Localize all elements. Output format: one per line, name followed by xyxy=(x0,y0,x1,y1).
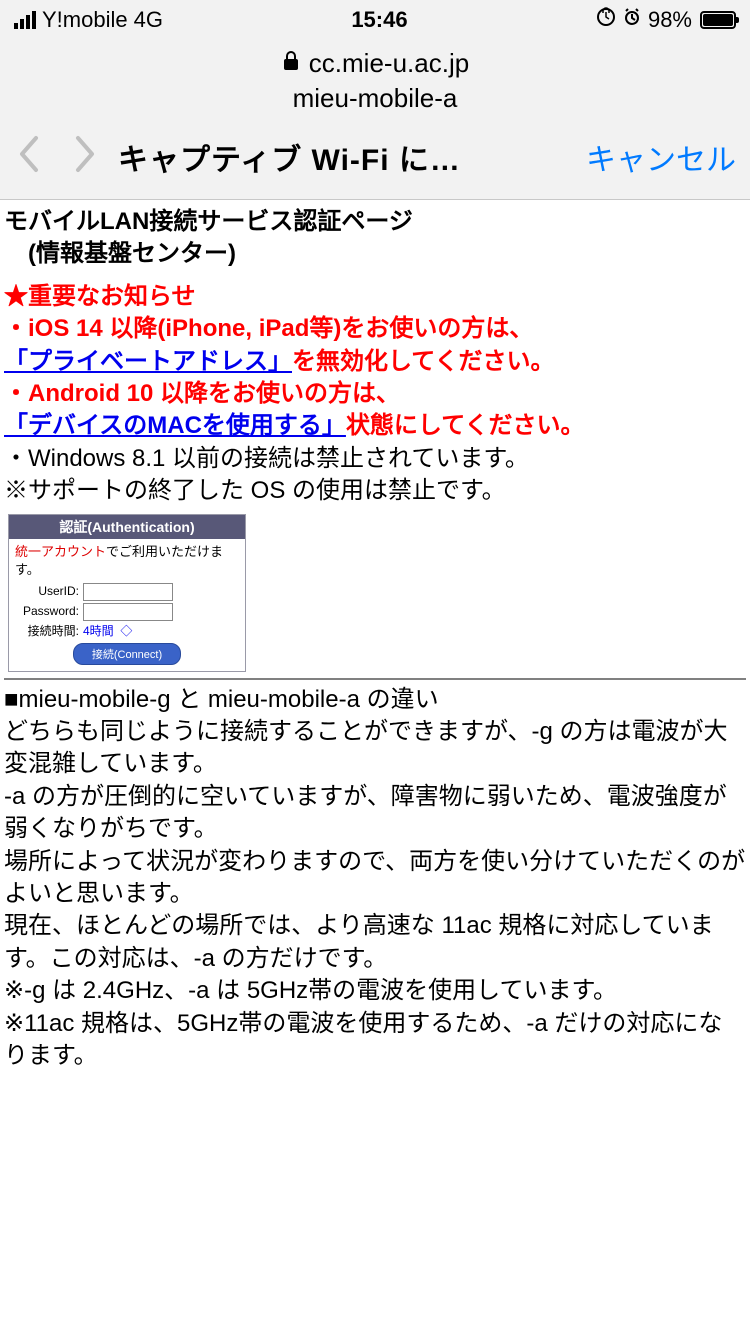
carrier-label: Y!mobile xyxy=(42,7,128,33)
diff-n1: ※-g は 2.4GHz、-a は 5GHz帯の電波を使用しています。 xyxy=(4,975,746,1007)
ios-suffix: を無効化してください。 xyxy=(292,348,555,375)
auth-note: 統一アカウントでご利用いただけます。 xyxy=(15,543,239,578)
password-input[interactable] xyxy=(83,603,173,621)
password-label: Password: xyxy=(15,603,83,619)
ios-prefix: ・iOS 14 以降(iPhone, iPad等)をお使いの方は、 xyxy=(4,313,746,345)
status-right: 98% xyxy=(596,7,736,33)
diff-p2: -a の方が圧倒的に空いていますが、障害物に弱いため、電波強度が弱くなりがちです… xyxy=(4,781,746,846)
forward-button[interactable] xyxy=(70,132,100,181)
separator xyxy=(4,678,746,680)
ios-private-address-link[interactable]: 「プライベートアドレス」 xyxy=(4,348,292,375)
time-label: 接続時間: xyxy=(15,623,83,639)
status-left: Y!mobile 4G xyxy=(14,7,163,33)
android-suffix: 状態にしてください。 xyxy=(346,412,585,439)
win81-note: ・Windows 8.1 以前の接続は禁止されています。 xyxy=(4,443,746,475)
diff-heading: ■mieu-mobile-g と mieu-mobile-a の違い xyxy=(4,684,746,716)
page-content: モバイルLAN接続サービス認証ページ (情報基盤センター) ★重要なお知らせ ・… xyxy=(0,200,750,1072)
domain-label: cc.mie-u.ac.jp xyxy=(309,48,469,79)
alarm-icon xyxy=(622,7,642,33)
status-bar: Y!mobile 4G 15:46 98% xyxy=(0,0,750,40)
status-time: 15:46 xyxy=(351,7,407,33)
os-note: ※サポートの終了した OS の使用は禁止です。 xyxy=(4,475,746,507)
network-label: 4G xyxy=(134,7,163,33)
diff-p1: どちらも同じように接続することができますが、-g の方は電波が大変混雑しています… xyxy=(4,716,746,781)
page-title-1: モバイルLAN接続サービス認証ページ xyxy=(4,206,746,238)
cancel-button[interactable]: キャンセル xyxy=(586,135,736,179)
back-button[interactable] xyxy=(14,132,44,181)
time-select[interactable]: 4時間 ◇ xyxy=(83,623,132,639)
orientation-lock-icon xyxy=(596,7,616,33)
auth-panel-title: 認証(Authentication) xyxy=(9,515,245,540)
android-device-mac-link[interactable]: 「デバイスのMACを使用する」 xyxy=(4,412,346,439)
ssid-label: mieu-mobile-a xyxy=(0,83,750,114)
time-value: 4時間 xyxy=(83,624,114,638)
auth-panel: 認証(Authentication) 統一アカウントでご利用いただけます。 Us… xyxy=(8,514,246,672)
url-bar: cc.mie-u.ac.jp mieu-mobile-a xyxy=(0,40,750,118)
diff-n2: ※11ac 規格は、5GHz帯の電波を使用するため、-a だけの対応になります。 xyxy=(4,1008,746,1073)
auth-note-red: 統一アカウント xyxy=(15,544,106,559)
android-prefix: ・Android 10 以降をお使いの方は、 xyxy=(4,378,746,410)
connect-button[interactable]: 接続(Connect) xyxy=(73,643,181,665)
signal-icon xyxy=(14,11,36,29)
battery-icon xyxy=(700,11,736,29)
nav-bar: キャプティブ Wi-Fi に… キャンセル xyxy=(0,118,750,200)
userid-label: UserID: xyxy=(15,583,83,599)
lock-icon xyxy=(281,48,301,79)
notice-heading: ★重要なお知らせ xyxy=(4,281,746,313)
battery-pct: 98% xyxy=(648,7,692,33)
page-title-2: (情報基盤センター) xyxy=(4,238,746,270)
nav-title: キャプティブ Wi-Fi に… xyxy=(118,135,586,179)
diff-p4: 現在、ほとんどの場所では、より高速な 11ac 規格に対応しています。この対応は… xyxy=(4,910,746,975)
diff-p3: 場所によって状況が変わりますので、両方を使い分けていただくのがよいと思います。 xyxy=(4,846,746,911)
userid-input[interactable] xyxy=(83,583,173,601)
